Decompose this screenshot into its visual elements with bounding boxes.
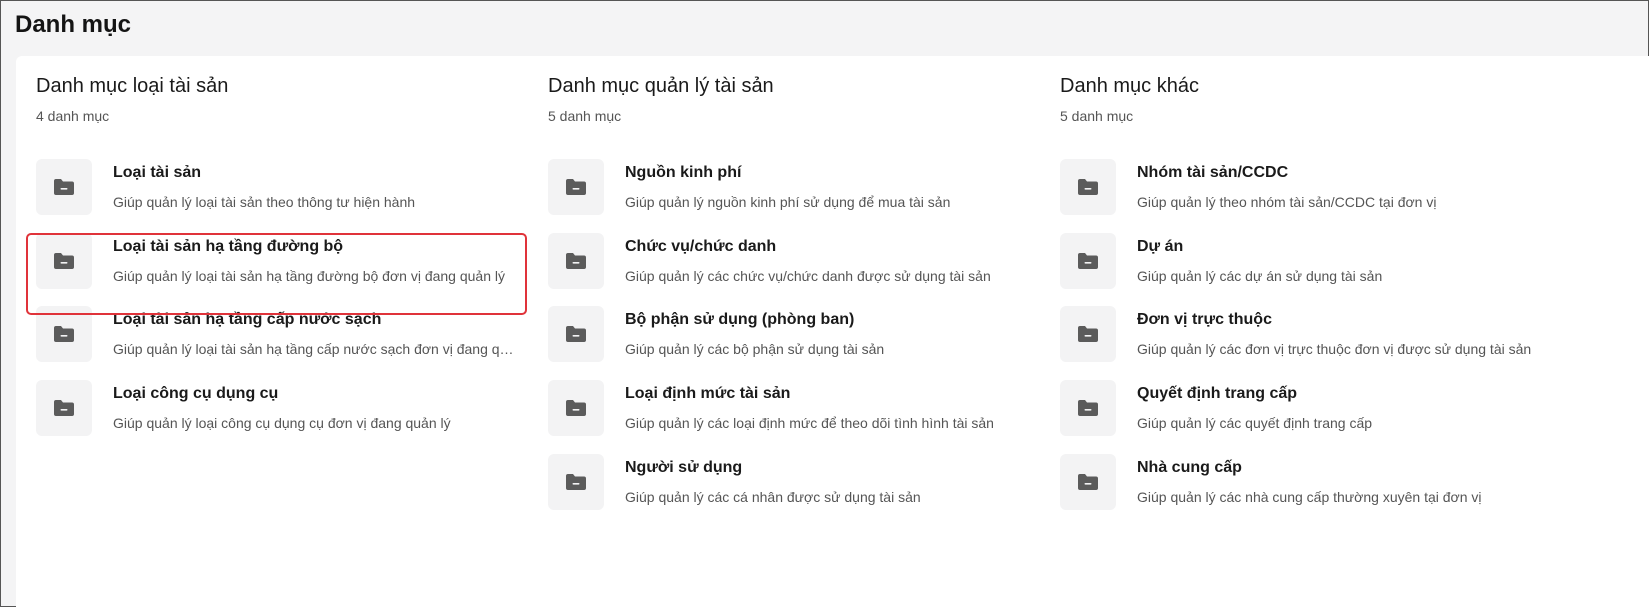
item-title: Chức vụ/chức danh	[625, 238, 777, 255]
folder-icon	[548, 454, 604, 510]
folder-icon	[548, 306, 604, 362]
folder-icon	[36, 233, 92, 289]
item-title: Loại tài sản	[113, 164, 202, 181]
folder-icon	[36, 380, 92, 436]
item-description: Giúp quản lý các quyết định trang cấp	[1137, 415, 1373, 431]
item-description: Giúp quản lý các bộ phận sử dụng tài sản	[625, 341, 885, 357]
item-description: Giúp quản lý các loại định mức để theo d…	[625, 415, 994, 431]
item-title: Đơn vị trực thuộc	[1137, 311, 1272, 328]
item-title: Nguồn kinh phí	[625, 164, 742, 181]
item-title: Bộ phận sử dụng (phòng ban)	[625, 311, 855, 328]
page: Danh mục Danh mục loại tài sản 4 danh mục…	[0, 0, 1649, 607]
folder-icon	[1060, 454, 1116, 510]
category-panel: Danh mục loại tài sản 4 danh mục Loại tài …	[16, 56, 1649, 607]
item-description: Giúp quản lý loại tài sản hạ tầng cấp nư…	[113, 341, 518, 357]
folder-icon	[548, 159, 604, 215]
item-description: Giúp quản lý các cá nhân được sử dụng tà…	[625, 489, 921, 505]
folder-icon	[1060, 159, 1116, 215]
category-item[interactable]: Loại tài sản hạ tầng đường bộ Giúp quản l…	[36, 233, 516, 307]
folder-icon	[36, 159, 92, 215]
category-item[interactable]: Nhóm tài sản/CCDC Giúp quản lý theo nhóm …	[1060, 159, 1540, 233]
category-item[interactable]: Người sử dụng Giúp quản lý các cá nhân đư…	[548, 454, 1028, 528]
item-description: Giúp quản lý các dự án sử dụng tài sản	[1137, 268, 1383, 284]
item-description: Giúp quản lý các nhà cung cấp thường xuy…	[1137, 489, 1482, 505]
folder-icon	[1060, 233, 1116, 289]
category-item[interactable]: Đơn vị trực thuộc Giúp quản lý các đơn vị…	[1060, 306, 1540, 380]
category-item[interactable]: Bộ phận sử dụng (phòng ban) Giúp quản lý …	[548, 306, 1028, 380]
column-count: 4 danh mục	[36, 108, 110, 124]
category-item[interactable]: Loại tài sản Giúp quản lý loại tài sản th…	[36, 159, 516, 233]
folder-icon	[36, 306, 92, 362]
category-item[interactable]: Quyết định trang cấp Giúp quản lý các quy…	[1060, 380, 1540, 454]
item-title: Loại tài sản hạ tầng đường bộ	[113, 238, 344, 255]
category-item[interactable]: Loại công cụ dụng cụ Giúp quản lý loại cô…	[36, 380, 516, 454]
category-item[interactable]: Nhà cung cấp Giúp quản lý các nhà cung cấ…	[1060, 454, 1540, 528]
column-title: Danh mục quản lý tài sản	[548, 75, 774, 97]
item-description: Giúp quản lý các đơn vị trực thuộc đơn v…	[1137, 341, 1532, 357]
column-count: 5 danh mục	[548, 108, 622, 124]
item-title: Loại công cụ dụng cụ	[113, 385, 279, 402]
item-title: Người sử dụng	[625, 459, 743, 476]
item-title: Nhóm tài sản/CCDC	[1137, 164, 1289, 181]
folder-icon	[1060, 380, 1116, 436]
item-title: Quyết định trang cấp	[1137, 385, 1298, 402]
item-description: Giúp quản lý loại công cụ dụng cụ đơn vị…	[113, 415, 451, 431]
column-count: 5 danh mục	[1060, 108, 1134, 124]
item-title: Dự án	[1137, 238, 1184, 255]
folder-icon	[1060, 306, 1116, 362]
category-item[interactable]: Loại định mức tài sản Giúp quản lý các lo…	[548, 380, 1028, 454]
column-title: Danh mục loại tài sản	[36, 75, 229, 97]
category-item[interactable]: Nguồn kinh phí Giúp quản lý nguồn kinh ph…	[548, 159, 1028, 233]
item-title: Loại tài sản hạ tầng cấp nước sạch	[113, 311, 382, 328]
page-title: Danh mục	[15, 11, 132, 38]
column-title: Danh mục khác	[1060, 75, 1199, 97]
item-description: Giúp quản lý các chức vụ/chức danh được …	[625, 268, 991, 284]
category-item[interactable]: Chức vụ/chức danh Giúp quản lý các chức v…	[548, 233, 1028, 307]
category-item[interactable]: Dự án Giúp quản lý các dự án sử dụng tài …	[1060, 233, 1540, 307]
category-item[interactable]: Loại tài sản hạ tầng cấp nước sạch Giúp q…	[36, 306, 518, 380]
folder-icon	[548, 233, 604, 289]
item-description: Giúp quản lý nguồn kinh phí sử dụng để m…	[625, 194, 951, 210]
item-title: Loại định mức tài sản	[625, 385, 791, 402]
folder-icon	[548, 380, 604, 436]
item-description: Giúp quản lý theo nhóm tài sản/CCDC tại …	[1137, 194, 1437, 210]
item-description: Giúp quản lý loại tài sản hạ tầng đường …	[113, 268, 505, 284]
item-description: Giúp quản lý loại tài sản theo thông tư …	[113, 194, 416, 210]
item-title: Nhà cung cấp	[1137, 459, 1242, 476]
